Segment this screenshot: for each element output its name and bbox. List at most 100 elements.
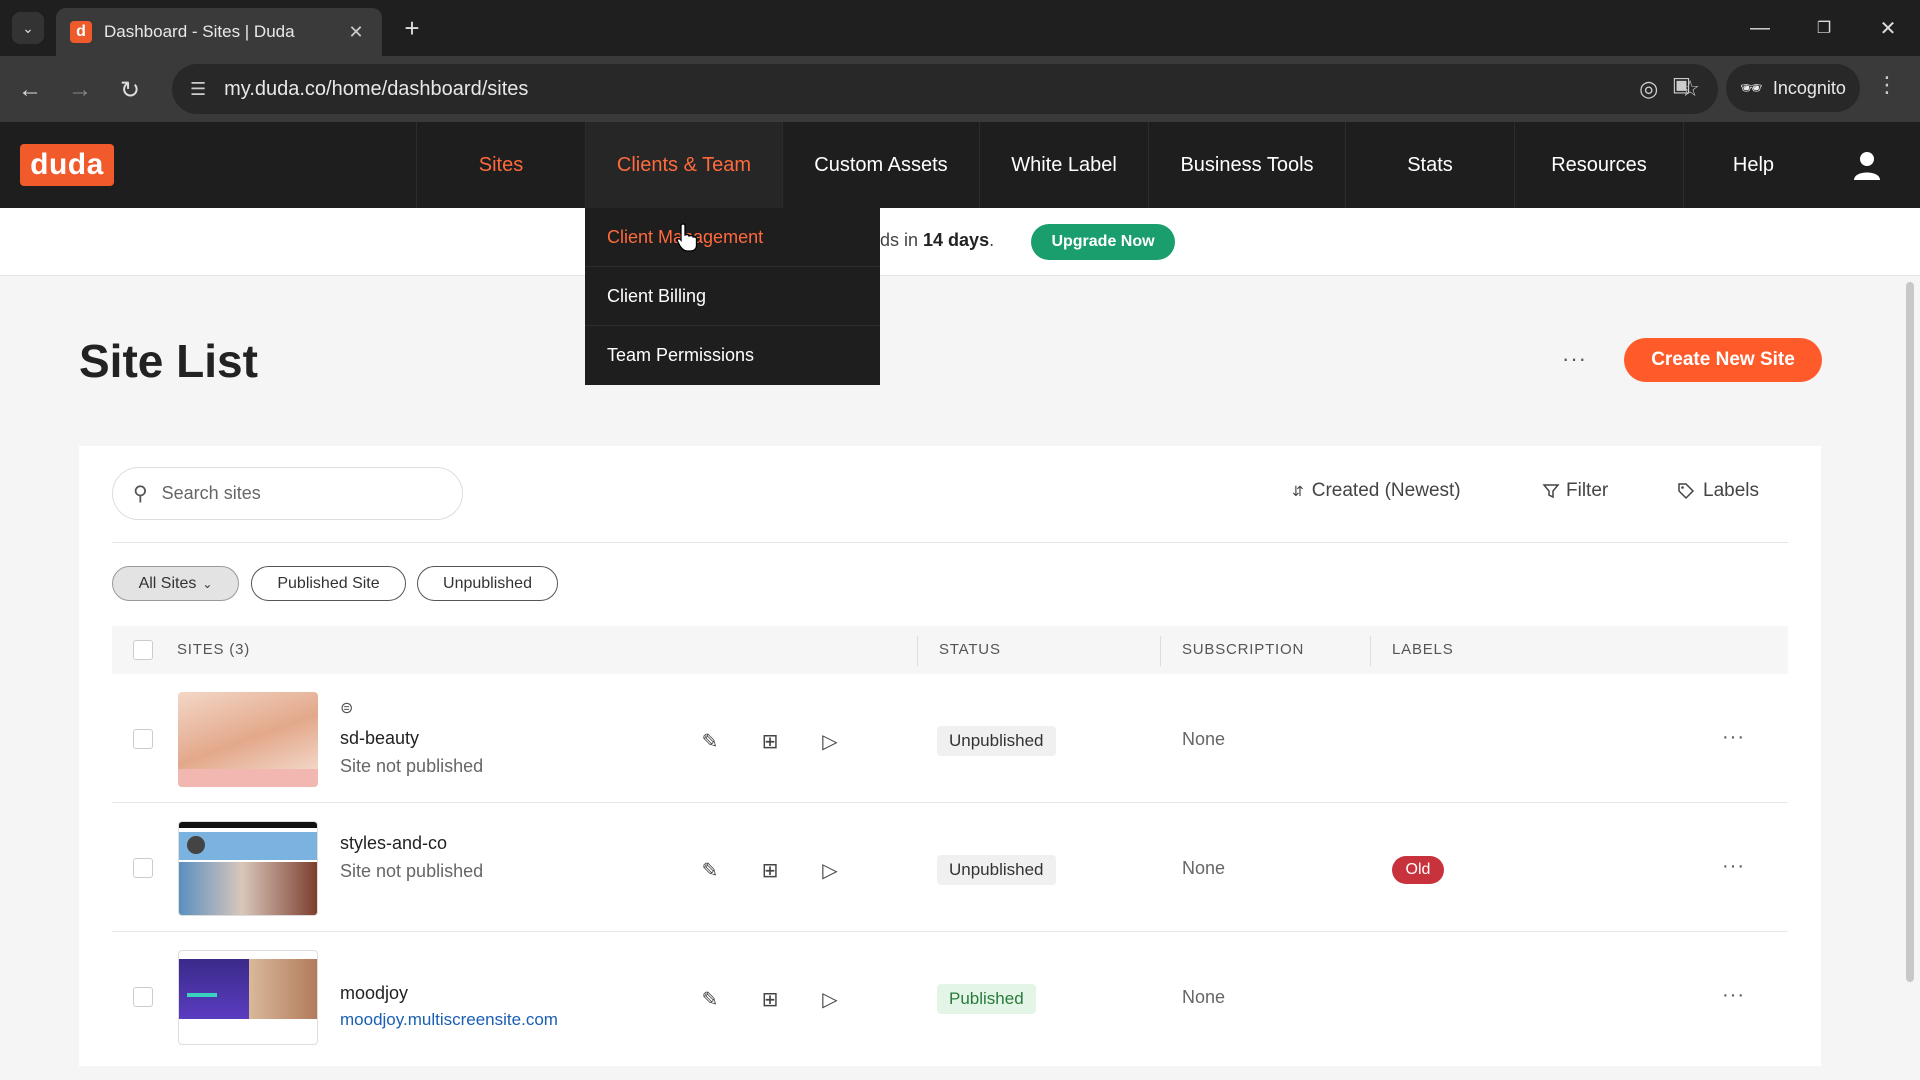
header-sites: SITES (3): [177, 641, 251, 658]
preview-play-icon[interactable]: ▷: [816, 985, 844, 1013]
grid-apps-icon[interactable]: ⊞: [756, 985, 784, 1013]
restore-icon[interactable]: ❐: [1804, 10, 1844, 46]
filter-label: Filter: [1566, 480, 1609, 501]
row-checkbox[interactable]: [133, 987, 153, 1007]
search-input[interactable]: [161, 483, 412, 504]
incognito-icon: 🕶: [1740, 77, 1763, 98]
labels-button[interactable]: Labels: [1677, 480, 1759, 502]
site-thumbnail[interactable]: [178, 821, 318, 916]
preview-play-icon[interactable]: ▷: [816, 856, 844, 884]
preview-play-icon[interactable]: ▷: [816, 727, 844, 755]
browser-tab[interactable]: d Dashboard - Sites | Duda ✕: [56, 8, 382, 56]
grid-apps-icon[interactable]: ⊞: [756, 727, 784, 755]
row-more-icon[interactable]: ···: [1722, 726, 1745, 749]
new-tab-icon[interactable]: +: [396, 12, 428, 44]
hand-cursor-icon: [676, 223, 698, 252]
nav-stats[interactable]: Stats: [1345, 122, 1514, 208]
row-checkbox[interactable]: [133, 858, 153, 878]
browser-toolbar: ← → ↻ ☰ my.duda.co/home/dashboard/sites …: [0, 56, 1920, 122]
app-nav: duda Sites Clients & Team Custom Assets …: [0, 122, 1920, 208]
browser-tabstrip: ⌄ d Dashboard - Sites | Duda ✕ + — ❐ ✕: [0, 0, 1920, 56]
row-checkbox[interactable]: [133, 729, 153, 749]
reload-icon[interactable]: ↻: [112, 72, 148, 108]
nav-clients-team[interactable]: Clients & Team: [585, 122, 782, 208]
nav-help[interactable]: Help: [1683, 122, 1823, 208]
filter-button[interactable]: Filter: [1542, 480, 1608, 502]
search-icon: ⚲: [133, 483, 148, 505]
upgrade-now-button[interactable]: Upgrade Now: [1031, 224, 1175, 260]
tab-list-icon[interactable]: ⌄: [12, 12, 44, 44]
duda-logo[interactable]: duda: [20, 144, 114, 186]
site-status-text: Site not published: [340, 861, 484, 881]
label-badge[interactable]: Old: [1392, 856, 1444, 884]
forward-icon[interactable]: →: [62, 72, 98, 108]
site-name[interactable]: sd-beauty: [340, 728, 419, 749]
url-text[interactable]: my.duda.co/home/dashboard/sites: [224, 78, 1617, 101]
table-row[interactable]: styles-and-co Site not published ✎ ⊞ ▷ U…: [112, 803, 1788, 932]
dropdown-client-management[interactable]: Client Management: [585, 208, 880, 267]
table-row[interactable]: moodjoy moodjoy.multiscreensite.com ✎ ⊞ …: [112, 932, 1788, 1061]
subscription-value: None: [1182, 858, 1226, 878]
column-divider: [1370, 636, 1371, 666]
nav-sites[interactable]: Sites: [416, 122, 585, 208]
filter-all-sites[interactable]: All Sites ⌄: [112, 566, 239, 601]
column-divider: [1160, 636, 1161, 666]
sort-arrows-icon: ⇵: [1292, 482, 1304, 499]
back-icon[interactable]: ←: [12, 72, 48, 108]
side-panel-icon[interactable]: ▣: [1672, 72, 1691, 97]
user-profile-icon[interactable]: [1850, 148, 1884, 182]
divider: [112, 542, 1788, 543]
comment-icon[interactable]: ⊜: [340, 698, 353, 718]
nav-white-label[interactable]: White Label: [979, 122, 1148, 208]
nav-custom-assets[interactable]: Custom Assets: [782, 122, 979, 208]
table-header: SITES (3) STATUS SUBSCRIPTION LABELS: [112, 626, 1788, 674]
edit-pencil-icon[interactable]: ✎: [696, 985, 724, 1013]
labels-label: Labels: [1703, 480, 1759, 501]
tab-title: Dashboard - Sites | Duda: [104, 22, 295, 41]
nav-business-tools[interactable]: Business Tools: [1148, 122, 1345, 208]
subscription-value: None: [1182, 729, 1226, 749]
address-bar[interactable]: ☰ my.duda.co/home/dashboard/sites ◎ ☆: [172, 64, 1718, 114]
site-name[interactable]: styles-and-co: [340, 833, 447, 854]
nav-resources[interactable]: Resources: [1514, 122, 1683, 208]
page-title: Site List: [79, 335, 258, 387]
page-scrollbar[interactable]: [1906, 282, 1914, 982]
filter-icon: [1542, 484, 1560, 499]
filter-published-site[interactable]: Published Site: [251, 566, 406, 601]
filter-unpublished[interactable]: Unpublished: [417, 566, 558, 601]
site-thumbnail[interactable]: [178, 692, 318, 787]
incognito-badge[interactable]: 🕶 Incognito: [1726, 64, 1860, 112]
site-name[interactable]: moodjoy: [340, 983, 408, 1004]
site-url-link[interactable]: moodjoy.multiscreensite.com: [340, 1010, 558, 1030]
header-labels: LABELS: [1392, 641, 1454, 658]
edit-pencil-icon[interactable]: ✎: [696, 856, 724, 884]
dropdown-client-billing[interactable]: Client Billing: [585, 267, 880, 326]
dropdown-team-permissions[interactable]: Team Permissions: [585, 326, 880, 385]
row-more-icon[interactable]: ···: [1722, 984, 1745, 1007]
browser-menu-icon[interactable]: ⋮: [1876, 72, 1898, 98]
header-subscription: SUBSCRIPTION: [1182, 641, 1305, 658]
select-all-checkbox[interactable]: [133, 640, 153, 660]
site-info-icon[interactable]: ☰: [190, 79, 206, 100]
status-badge: Unpublished: [937, 855, 1056, 885]
minimize-icon[interactable]: —: [1740, 10, 1780, 46]
sort-label: Created (Newest): [1311, 480, 1461, 501]
incognito-label: Incognito: [1772, 77, 1846, 98]
close-window-icon[interactable]: ✕: [1868, 10, 1908, 46]
create-new-site-button[interactable]: Create New Site: [1624, 338, 1822, 382]
close-tab-icon[interactable]: ✕: [344, 22, 368, 43]
tag-icon: [1678, 483, 1695, 500]
header-status: STATUS: [939, 641, 1001, 658]
trial-banner: ds in 14 days.: [0, 208, 1920, 276]
site-thumbnail[interactable]: [178, 950, 318, 1045]
sort-dropdown[interactable]: ⇵ Created (Newest): [1292, 480, 1461, 502]
edit-pencil-icon[interactable]: ✎: [696, 727, 724, 755]
eye-off-icon[interactable]: ◎: [1639, 76, 1658, 102]
table-row[interactable]: ⊜ sd-beauty Site not published ✎ ⊞ ▷ Unp…: [112, 674, 1788, 803]
grid-apps-icon[interactable]: ⊞: [756, 856, 784, 884]
subscription-value: None: [1182, 987, 1226, 1007]
more-options-icon[interactable]: ···: [1562, 346, 1587, 372]
search-sites-field[interactable]: ⚲: [112, 467, 463, 520]
status-badge: Published: [937, 984, 1036, 1014]
row-more-icon[interactable]: ···: [1722, 855, 1745, 878]
